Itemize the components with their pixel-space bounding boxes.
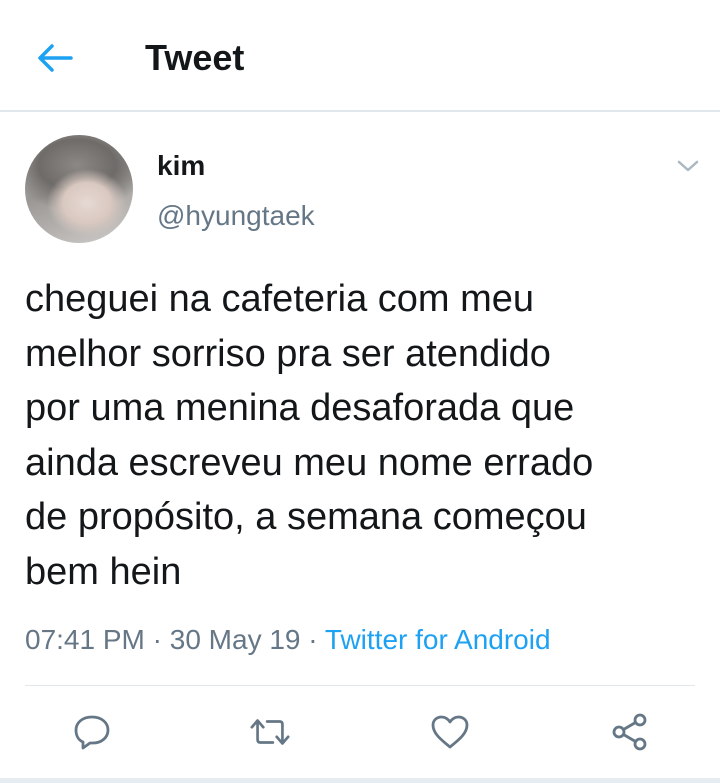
avatar[interactable] [25,135,133,243]
top-bar: Tweet [0,0,720,112]
tweet-time: 07:41 PM [25,624,145,655]
tweet-text-line: bem hein [25,550,182,593]
tweet-text-line: melhor sorriso pra ser atendido [25,332,551,375]
page-title: Tweet [145,37,245,78]
bottom-divider [0,778,720,783]
share-icon [612,713,647,751]
heart-icon [431,715,469,749]
meta-separator: · [308,624,318,655]
tweet-text-line: cheguei na cafeteria com meu [25,278,535,320]
tweet-text-line: ainda escreveu meu nome errado [25,441,594,484]
retweet-button[interactable] [248,710,292,754]
arrow-left-icon [38,44,73,72]
tweet-meta: 07:41 PM · 30 May 19 · Twitter for Andro… [25,620,551,660]
reply-icon [74,715,110,750]
tweet-text-line: de propósito, a semana começou [25,496,587,538]
user-handle[interactable]: @hyungtaek [157,198,315,234]
tweet-source-link[interactable]: Twitter for Android [325,624,551,655]
like-button[interactable] [428,710,472,754]
tweet-text: cheguei na cafeteria com meu melhor sorr… [25,272,705,599]
chevron-down-icon [677,160,699,172]
retweet-icon [250,719,290,745]
back-button[interactable] [30,36,80,80]
more-options-button[interactable] [672,152,704,180]
tweet-date: 30 May 19 [169,624,301,655]
reply-button[interactable] [70,710,114,754]
share-button[interactable] [608,710,652,754]
display-name[interactable]: kim [157,148,205,184]
meta-separator: · [152,624,162,655]
tweet-text-line: por uma menina desaforada que [25,387,575,429]
divider [25,685,695,686]
